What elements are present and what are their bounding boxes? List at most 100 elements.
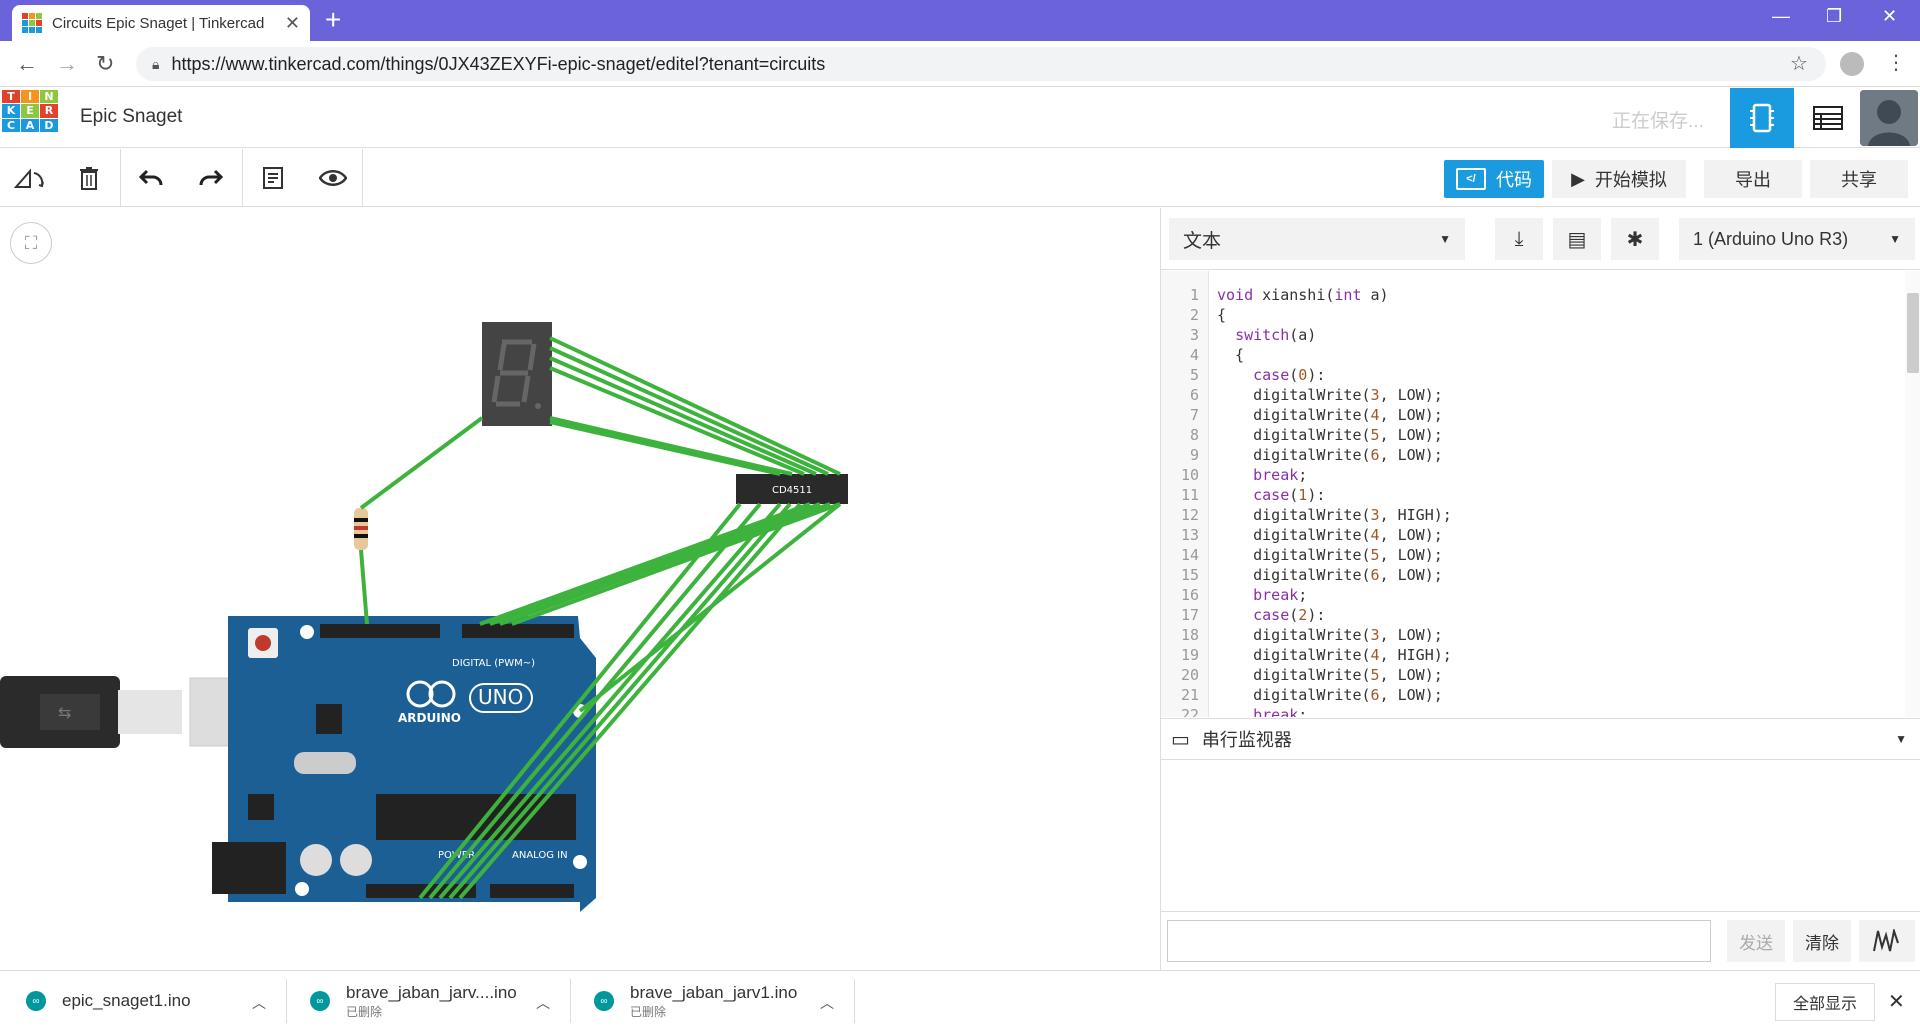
code-text: break; — [1253, 586, 1308, 604]
trash-icon[interactable] — [72, 161, 106, 195]
editor-scrollbar-thumb[interactable] — [1907, 293, 1919, 373]
cd4511-chip[interactable]: CD4511 — [736, 474, 848, 504]
visibility-eye-icon[interactable] — [316, 161, 350, 195]
undo-icon[interactable] — [134, 161, 168, 195]
line-number: 12 — [1180, 506, 1199, 524]
code-line: 21 digitalWrite(6, LOW); — [1161, 685, 1901, 705]
digital-pins-label: DIGITAL (PWM~) — [452, 658, 535, 669]
board-select[interactable]: 1 (Arduino Uno R3) ▼ — [1679, 218, 1915, 260]
back-arrow-icon[interactable]: ← — [16, 51, 38, 77]
logo-letter: A — [21, 118, 39, 132]
serial-monitor-header[interactable]: ▭ 串行监视器 ▼ — [1161, 718, 1920, 760]
window-close-button[interactable]: ✕ — [1882, 6, 1897, 27]
browser-menu-icon[interactable]: ⋮ — [1886, 50, 1906, 75]
editor-scrollbar[interactable] — [1905, 271, 1920, 717]
window-maximize-button[interactable]: ❐ — [1826, 6, 1842, 27]
chevron-up-icon[interactable]: ︿ — [820, 993, 834, 1013]
code-text: digitalWrite(4, HIGH); — [1217, 646, 1452, 664]
browser-tab[interactable]: Circuits Epic Snaget | Tinkercad ✕ — [12, 5, 310, 41]
code-text: digitalWrite(6, LOW); — [1217, 446, 1443, 464]
logo-letter: N — [40, 90, 58, 104]
download-item[interactable]: ∞ brave_jaban_jarv1.ino 已删除 — [594, 971, 797, 1031]
code-mode-value: 文本 — [1183, 230, 1222, 252]
toolbar-divider — [242, 149, 243, 207]
serial-monitor-footer: 发送 清除 — [1161, 912, 1920, 970]
code-line: 4 { — [1161, 345, 1901, 365]
share-button[interactable]: 共享 — [1810, 160, 1908, 198]
code-line: 18 digitalWrite(3, LOW); — [1161, 625, 1901, 645]
wires[interactable] — [359, 336, 842, 900]
project-name[interactable]: Epic Snaget — [80, 106, 182, 128]
user-avatar[interactable] — [1860, 90, 1918, 146]
line-number: 16 — [1180, 586, 1199, 604]
download-item[interactable]: ∞ epic_snaget1.ino — [26, 971, 191, 1031]
browser-profile-icon[interactable] — [1840, 52, 1864, 76]
download-item[interactable]: ∞ brave_jaban_jarv....ino 已删除 — [310, 971, 517, 1031]
graph-toggle-icon[interactable] — [1859, 920, 1915, 962]
export-button[interactable]: 导出 — [1704, 160, 1802, 198]
redo-icon[interactable] — [194, 161, 228, 195]
zoom-to-fit-icon[interactable]: ⛶ — [10, 222, 52, 264]
downloads-divider — [286, 979, 287, 1023]
circuit-canvas[interactable]: ⛶ ⇆ DIGITAL (PWM~) ARDUINO UNO POWER ANA… — [0, 208, 1160, 970]
svg-text:⇆: ⇆ — [58, 703, 71, 722]
chevron-up-icon[interactable]: ︿ — [536, 993, 550, 1013]
serial-monitor-icon: ▭ — [1171, 728, 1190, 751]
tinkercad-favicon-icon — [22, 13, 42, 33]
board-select-value: 1 (Arduino Uno R3) — [1693, 228, 1849, 249]
tinkercad-logo[interactable]: T I N K E R C A D — [2, 90, 58, 146]
usb-cable[interactable]: ⇆ — [0, 676, 281, 748]
chevron-down-icon: ▼ — [1889, 232, 1901, 246]
code-mode-select[interactable]: 文本 ▼ — [1169, 218, 1465, 260]
code-line: 2{ — [1161, 305, 1901, 325]
logo-letter: R — [40, 104, 58, 118]
code-panel-toolbar: 文本 ▼ ⤓ ▤ ✱ 1 (Arduino Uno R3) ▼ — [1161, 208, 1920, 270]
tab-close-icon[interactable]: ✕ — [285, 13, 300, 34]
send-button[interactable]: 发送 — [1727, 920, 1785, 962]
notes-icon[interactable] — [256, 161, 290, 195]
new-tab-button[interactable]: + — [325, 6, 341, 34]
circuit-view-button[interactable] — [1730, 88, 1794, 148]
toolbar-divider — [120, 149, 121, 207]
reload-icon[interactable]: ↻ — [96, 51, 114, 77]
line-number: 17 — [1180, 606, 1199, 624]
arduino-uno-board[interactable]: DIGITAL (PWM~) ARDUINO UNO POWER ANALOG … — [212, 616, 596, 912]
code-line: 3 switch(a) — [1161, 325, 1901, 345]
code-line: 20 digitalWrite(5, LOW); — [1161, 665, 1901, 685]
forward-arrow-icon[interactable]: → — [56, 51, 78, 77]
rotate-icon[interactable] — [12, 161, 46, 195]
component-list-button[interactable] — [1800, 88, 1856, 148]
code-text: digitalWrite(3, LOW); — [1217, 626, 1443, 644]
app-header: T I N K E R C A D Epic Snaget 正在保存... — [0, 88, 1920, 148]
download-code-icon[interactable]: ⤓ — [1495, 218, 1543, 260]
start-simulation-button[interactable]: ▶ 开始模拟 — [1552, 160, 1686, 198]
code-line: 8 digitalWrite(5, LOW); — [1161, 425, 1901, 445]
debugger-bug-icon[interactable]: ✱ — [1611, 218, 1659, 260]
code-editor-icon: </ — [1456, 168, 1486, 190]
logo-letter: C — [2, 118, 20, 132]
window-minimize-button[interactable]: — — [1772, 6, 1790, 27]
code-button[interactable]: </ 代码 — [1444, 160, 1544, 198]
logo-letter: I — [21, 90, 39, 104]
download-status: 已删除 — [630, 1004, 667, 1019]
power-pins-label: POWER — [438, 850, 475, 861]
library-icon[interactable]: ▤ — [1553, 218, 1601, 260]
code-line: 22 break; — [1161, 705, 1901, 717]
code-line: 1 void xianshi(int a) — [1161, 285, 1901, 305]
toolbar-divider — [362, 149, 363, 207]
seven-segment-display[interactable] — [482, 322, 552, 426]
serial-input-field[interactable] — [1167, 920, 1711, 962]
line-number: 8 — [1189, 426, 1199, 444]
code-editor[interactable]: 1 void xianshi(int a) 2{3 switch(a) 4 {5 ca… — [1161, 271, 1920, 717]
resistor[interactable] — [354, 508, 368, 550]
code-text: digitalWrite(4, LOW); — [1217, 406, 1443, 424]
bookmark-star-icon[interactable]: ☆ — [1790, 51, 1808, 76]
chevron-up-icon[interactable]: ︿ — [252, 993, 266, 1013]
code-line: 17 case(2): — [1161, 605, 1901, 625]
url-omnibox[interactable]: 🔒︎ https://www.tinkercad.com/things/0JX4… — [136, 47, 1826, 81]
line-number: 21 — [1180, 686, 1199, 704]
close-downloads-icon[interactable]: ✕ — [1888, 989, 1905, 1014]
clear-button[interactable]: 清除 — [1793, 920, 1851, 962]
show-all-downloads-button[interactable]: 全部显示 — [1775, 983, 1875, 1021]
chevron-down-icon[interactable]: ▼ — [1895, 732, 1907, 746]
